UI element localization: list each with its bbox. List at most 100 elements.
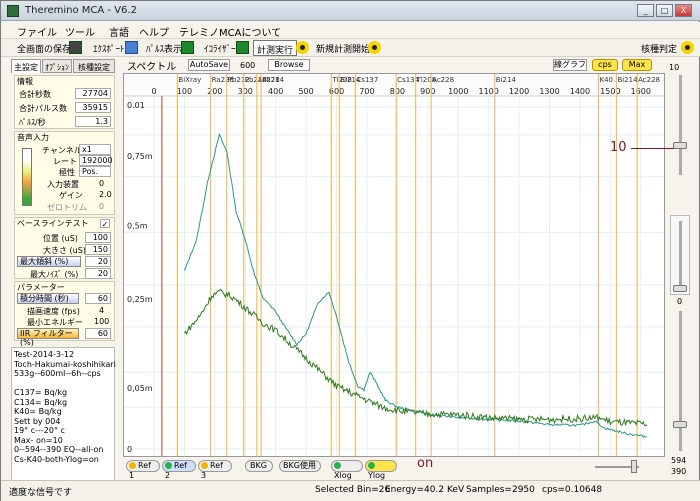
note-line: Cs-K40-both-Ylog=on	[14, 454, 99, 464]
y-tick-label: 0.01	[127, 101, 145, 110]
note-line: K40= Bq/kg	[14, 407, 62, 416]
ref2-button[interactable]: Ref 2	[162, 460, 196, 480]
bkg-use-button[interactable]: BKG使用	[279, 460, 321, 472]
baseline-value[interactable]: 20	[85, 256, 111, 267]
isotope-label: K40	[599, 76, 613, 84]
zero-trim-value[interactable]: 0	[99, 202, 104, 211]
params-value[interactable]: 4	[99, 306, 104, 315]
tab-main-settings[interactable]: 主設定	[11, 59, 41, 73]
cps-button[interactable]: cps	[592, 59, 618, 71]
baseline-value[interactable]: 20	[85, 268, 111, 279]
new-measure-button[interactable]: 新規計測開始	[316, 42, 370, 55]
params-value[interactable]: 60	[85, 293, 111, 304]
x-tick-label: 1300	[539, 87, 559, 96]
baseline-value[interactable]: 100	[85, 232, 111, 243]
audio-heading: 音声入力	[17, 133, 49, 142]
save-screen-button[interactable]: 全画面の保存	[17, 42, 71, 55]
equalizer-button[interactable]: ｲｺﾗｲｻﾞｰ	[204, 42, 236, 55]
baseline-checkbox[interactable]: ✓	[100, 219, 110, 229]
app-window: Theremino MCA - V6.2 _ □ X ファイル ツール 言語 ヘ…	[0, 0, 700, 501]
max-slider-handle[interactable]	[673, 142, 687, 149]
menu-tools[interactable]: ツール	[65, 24, 95, 39]
autosave-button[interactable]: AutoSave	[188, 59, 230, 71]
bin-value-1: 594	[671, 456, 687, 465]
gain-slider-track[interactable]	[679, 221, 682, 289]
gain-slider-handle[interactable]	[673, 285, 687, 292]
info-heading: 情報	[17, 77, 33, 86]
ref3-button[interactable]: Ref 3	[198, 460, 232, 480]
x-tick-label: 1600	[631, 87, 651, 96]
autosave-value[interactable]: 600	[240, 61, 255, 70]
toolbar: 全画面の保存 ｴｸｽﾎﾟｰﾄ ﾊﾟﾙｽ表示 ｲｺﾗｲｻﾞｰ 計測実行 新規計測開…	[1, 38, 700, 57]
parameters-group: パラメーター 積分時間 (秒) 60 描画速度 (fps) 4 最小エネルギー …	[14, 281, 115, 347]
export-button[interactable]: ｴｸｽﾎﾟｰﾄ	[93, 42, 125, 55]
x-tick-label: 1000	[448, 87, 468, 96]
xlog-button[interactable]: Xlog	[331, 460, 363, 480]
x-tick-label: 1400	[570, 87, 590, 96]
close-button[interactable]: X	[675, 4, 692, 17]
x-tick-label: 700	[359, 87, 374, 96]
pulse-icon	[181, 41, 194, 54]
run-measure-button[interactable]: 計測実行	[253, 40, 298, 56]
maximize-button[interactable]: □	[656, 4, 673, 17]
audio-label: レート	[53, 157, 77, 166]
equalizer-icon	[236, 41, 249, 54]
offset-slider-track[interactable]	[679, 311, 682, 451]
cps-readout: cps=0.10648	[542, 485, 603, 495]
bottom-bar: Ref 1 Ref 2 Ref 3 BKG BKG使用 Xlog Ylog	[123, 457, 665, 480]
y-tick-label: 0,25m	[127, 295, 153, 304]
browse-button[interactable]: Browse	[268, 59, 310, 71]
params-label: 最小エネルギー	[27, 318, 83, 327]
menu-language[interactable]: 言語	[109, 24, 129, 39]
notes-textbox[interactable]: Test-2014-3-12 Toch-Hakumai-koshihikari 53…	[11, 347, 116, 481]
xlog-dot-icon	[334, 462, 341, 469]
zoom-slider-handle[interactable]	[631, 460, 637, 473]
max-button[interactable]: Max	[622, 59, 652, 71]
menu-about[interactable]: テレミノMCAについて	[179, 24, 281, 39]
x-tick-label: 100	[177, 87, 192, 96]
pulse-display-button[interactable]: ﾊﾟﾙｽ表示	[146, 42, 182, 55]
baseline-value[interactable]: 150	[85, 244, 111, 255]
title-bar: Theremino MCA - V6.2 _ □ X	[1, 1, 700, 21]
rate-select[interactable]: 192000	[79, 155, 113, 166]
audio-label: 極性	[59, 168, 75, 177]
nuclide-judge-button[interactable]: 核種判定	[641, 42, 677, 55]
y-tick-label: 0,5m	[127, 222, 148, 231]
minimize-button[interactable]: _	[637, 4, 654, 17]
right-controls: 10 0 594 390	[667, 59, 697, 479]
note-line	[14, 379, 112, 389]
isotope-label: Bi214	[496, 76, 517, 84]
input-device-value[interactable]: 0	[99, 179, 104, 188]
menu-help[interactable]: ヘルプ	[139, 24, 169, 39]
camera-icon	[69, 41, 82, 54]
tab-nuclide-settings[interactable]: 核種設定	[73, 59, 115, 73]
energy-readout: Energy=40.2 KeV	[385, 485, 465, 495]
iir-filter-button[interactable]: IIR フィルター (%)	[17, 328, 79, 347]
params-value[interactable]: 60	[85, 328, 111, 339]
graph-type-button[interactable]: 線グラフ	[553, 59, 587, 71]
baseline-label: 最大ﾉｲｽﾞ (%)	[30, 270, 79, 279]
radiation-icon	[296, 41, 309, 54]
channel-select[interactable]: x1	[79, 144, 111, 155]
tab-options[interactable]: ｵﾌﾟｼｮﾝ	[42, 59, 72, 73]
integration-time-button[interactable]: 積分時間 (秒)	[17, 293, 79, 304]
note-line: 0--594--390 EQ--all-on	[14, 445, 104, 454]
menu-file[interactable]: ファイル	[17, 24, 57, 39]
max-slope-button[interactable]: 最大傾斜 (%)	[17, 256, 81, 267]
ylog-button[interactable]: Ylog	[365, 460, 397, 480]
spectrum-graph[interactable]: 0 100 200 300 400 500 600 700 800 900 1000 1100 1200…	[123, 73, 665, 457]
gain-value[interactable]: 2.0	[99, 190, 112, 199]
radiation-icon	[681, 41, 694, 54]
signal-status: 適度な信号です	[9, 488, 73, 498]
bkg-button[interactable]: BKG	[245, 460, 273, 472]
y-tick-label: 0,75m	[127, 152, 153, 161]
params-value[interactable]: 100	[94, 317, 109, 326]
ref1-button[interactable]: Ref 1	[126, 460, 160, 480]
xlog-label: Xlog	[334, 471, 352, 480]
spectrum-chart: 0 100 200 300 400 500 600 700 800 900 1000 1100 1200…	[124, 74, 664, 456]
offset-slider-handle[interactable]	[673, 421, 687, 428]
info-value: 27704	[75, 88, 111, 99]
polarity-select[interactable]: Pos.	[79, 166, 111, 177]
info-value: 35915	[75, 102, 111, 113]
max-slider-track[interactable]	[679, 75, 682, 175]
